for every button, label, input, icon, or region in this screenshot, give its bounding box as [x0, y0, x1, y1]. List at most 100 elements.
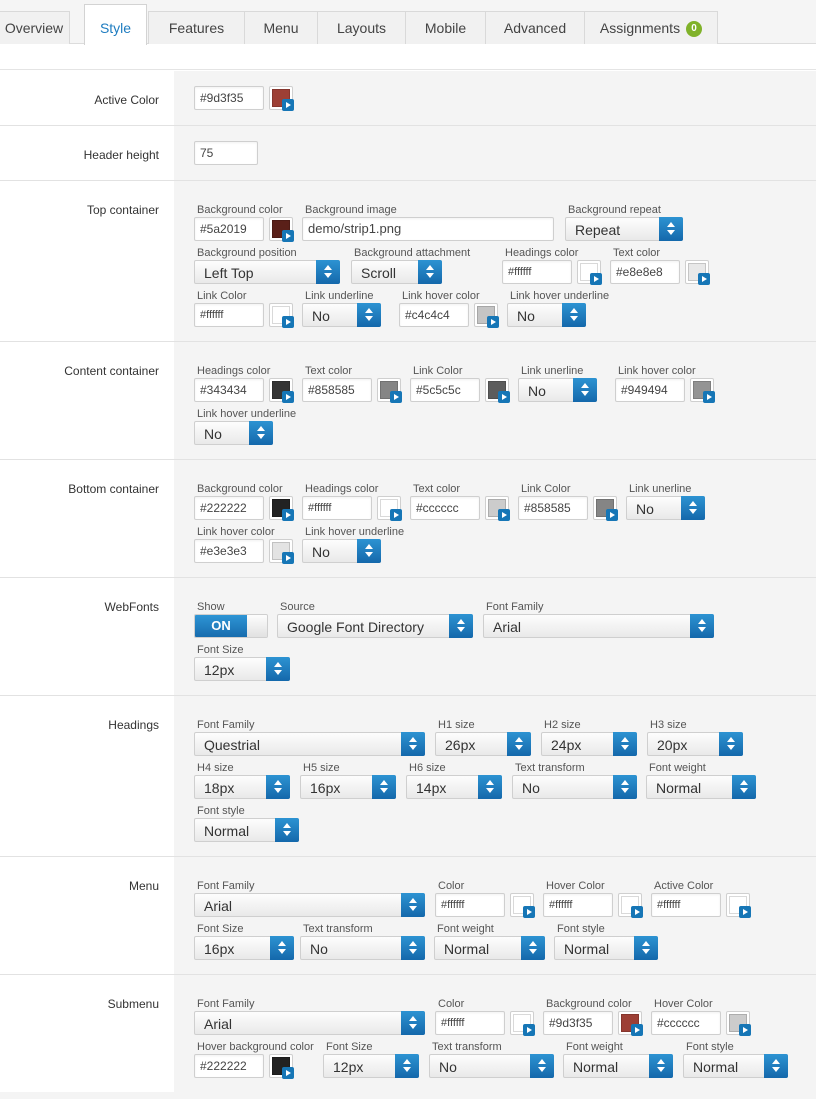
top-link-hover-color-picker[interactable]	[474, 303, 499, 328]
content-link-hover-color-input[interactable]: #949494	[615, 378, 685, 402]
top-bg-color-input[interactable]: #5a2019	[194, 217, 264, 241]
select-value: Arial	[204, 1016, 233, 1032]
headings-h1-select[interactable]: 26px	[435, 732, 531, 756]
submenu-style-select[interactable]: Normal	[683, 1054, 788, 1078]
bottom-bg-color-picker[interactable]	[269, 496, 294, 521]
field-label: H1 size	[438, 719, 475, 731]
bottom-link-underline-select[interactable]: No	[626, 496, 705, 520]
field-label: Text color	[305, 365, 353, 377]
submenu-family-select[interactable]: Arial	[194, 1011, 425, 1035]
submenu-hover-color-input[interactable]: #cccccc	[651, 1011, 721, 1035]
bottom-link-hover-color-picker[interactable]	[269, 539, 294, 564]
menu-color-picker[interactable]	[510, 893, 535, 918]
content-text-color-picker[interactable]	[377, 378, 402, 403]
submenu-bg-color-picker[interactable]	[618, 1011, 643, 1036]
headings-style-select[interactable]: Normal	[194, 818, 299, 842]
content-text-color-input[interactable]: #858585	[302, 378, 372, 402]
menu-transform-select[interactable]: No	[300, 936, 425, 960]
webfonts-show-toggle[interactable]: ON	[194, 614, 268, 638]
top-bg-repeat-select[interactable]: Repeat	[565, 217, 683, 241]
top-headings-color-picker[interactable]	[577, 260, 602, 285]
select-value: Normal	[444, 941, 490, 957]
bottom-headings-color-picker[interactable]	[377, 496, 402, 521]
submenu-hover-bg-color-picker[interactable]	[269, 1054, 294, 1079]
content-link-color-input[interactable]: #5c5c5c	[410, 378, 480, 402]
bottom-link-color-picker[interactable]	[593, 496, 618, 521]
tab-layouts[interactable]: Layouts	[317, 11, 406, 44]
submenu-color-picker[interactable]	[510, 1011, 535, 1036]
tab-overview[interactable]: Overview	[0, 11, 70, 44]
bottom-headings-color-input[interactable]: #ffffff	[302, 496, 372, 520]
top-text-color-input[interactable]: #e8e8e8	[610, 260, 680, 284]
select-arrow-icon	[401, 732, 425, 756]
content-headings-color-input[interactable]: #343434	[194, 378, 264, 402]
webfonts-family-select[interactable]: Arial	[483, 614, 714, 638]
menu-active-color-picker[interactable]	[726, 893, 751, 918]
headings-h5-select[interactable]: 16px	[300, 775, 396, 799]
bottom-link-hover-underline-select[interactable]: No	[302, 539, 381, 563]
top-link-hover-color-input[interactable]: #c4c4c4	[399, 303, 469, 327]
content-link-color-picker[interactable]	[485, 378, 510, 403]
submenu-hover-bg-color-input[interactable]: #222222	[194, 1054, 264, 1078]
menu-style-select[interactable]: Normal	[554, 936, 658, 960]
active-color-input[interactable]: #9d3f35	[194, 86, 264, 110]
select-arrow-icon	[521, 936, 545, 960]
tab-mobile[interactable]: Mobile	[405, 11, 486, 44]
submenu-weight-select[interactable]: Normal	[563, 1054, 673, 1078]
top-link-color-input[interactable]: #ffffff	[194, 303, 264, 327]
submenu-transform-select[interactable]: No	[429, 1054, 554, 1078]
field-label: Font Family	[197, 998, 255, 1010]
bottom-text-color-picker[interactable]	[485, 496, 510, 521]
bottom-link-color-input[interactable]: #858585	[518, 496, 588, 520]
submenu-hover-color-picker[interactable]	[726, 1011, 751, 1036]
top-bg-attachment-select[interactable]: Scroll	[351, 260, 442, 284]
content-link-hover-color-picker[interactable]	[690, 378, 715, 403]
tab-style[interactable]: Style	[84, 4, 147, 45]
headings-h3-select[interactable]: 20px	[647, 732, 743, 756]
top-headings-color-input[interactable]: #ffffff	[502, 260, 572, 284]
menu-hover-color-picker[interactable]	[618, 893, 643, 918]
menu-size-select[interactable]: 16px	[194, 936, 294, 960]
webfonts-size-select[interactable]: 12px	[194, 657, 290, 681]
row-label: Menu	[128, 879, 159, 893]
headings-h6-select[interactable]: 14px	[406, 775, 502, 799]
submenu-bg-color-input[interactable]: #9d3f35	[543, 1011, 613, 1035]
content-headings-color-picker[interactable]	[269, 378, 294, 403]
tab-menu[interactable]: Menu	[244, 11, 318, 44]
webfonts-source-select[interactable]: Google Font Directory	[277, 614, 473, 638]
active-color-picker[interactable]	[269, 86, 294, 111]
top-text-color-picker[interactable]	[685, 260, 710, 285]
top-bg-image-input[interactable]: demo/strip1.png	[302, 217, 554, 241]
menu-active-color-input[interactable]: #ffffff	[651, 893, 721, 917]
bottom-link-hover-color-input[interactable]: #e3e3e3	[194, 539, 264, 563]
top-link-hover-underline-select[interactable]: No	[507, 303, 586, 327]
tab-features[interactable]: Features	[148, 11, 245, 44]
select-value: Arial	[493, 619, 522, 635]
headings-family-select[interactable]: Questrial	[194, 732, 425, 756]
top-link-color-picker[interactable]	[269, 303, 294, 328]
headings-h4-select[interactable]: 18px	[194, 775, 290, 799]
header-height-input[interactable]: 75	[194, 141, 258, 165]
menu-weight-select[interactable]: Normal	[434, 936, 545, 960]
row-label: Content container	[64, 364, 159, 378]
select-value: 20px	[657, 737, 688, 753]
top-link-underline-select[interactable]: No	[302, 303, 381, 327]
select-arrow-icon	[530, 1054, 554, 1078]
bottom-bg-color-input[interactable]: #222222	[194, 496, 264, 520]
bottom-text-color-input[interactable]: #cccccc	[410, 496, 480, 520]
headings-transform-select[interactable]: No	[512, 775, 637, 799]
headings-weight-select[interactable]: Normal	[646, 775, 756, 799]
top-bg-color-picker[interactable]	[269, 217, 294, 242]
headings-h2-select[interactable]: 24px	[541, 732, 637, 756]
submenu-size-select[interactable]: 12px	[323, 1054, 419, 1078]
menu-color-input[interactable]: #ffffff	[435, 893, 505, 917]
tab-assignments[interactable]: Assignments 0	[584, 11, 718, 44]
submenu-color-input[interactable]: #ffffff	[435, 1011, 505, 1035]
tab-advanced[interactable]: Advanced	[485, 11, 585, 44]
top-bg-position-select[interactable]: Left Top	[194, 260, 340, 284]
content-link-hover-underline-select[interactable]: No	[194, 421, 273, 445]
content-link-underline-select[interactable]: No	[518, 378, 597, 402]
menu-family-select[interactable]: Arial	[194, 893, 425, 917]
menu-hover-color-input[interactable]: #ffffff	[543, 893, 613, 917]
row-submenu: Submenu Font Family Arial Color #ffffff …	[0, 975, 816, 1092]
